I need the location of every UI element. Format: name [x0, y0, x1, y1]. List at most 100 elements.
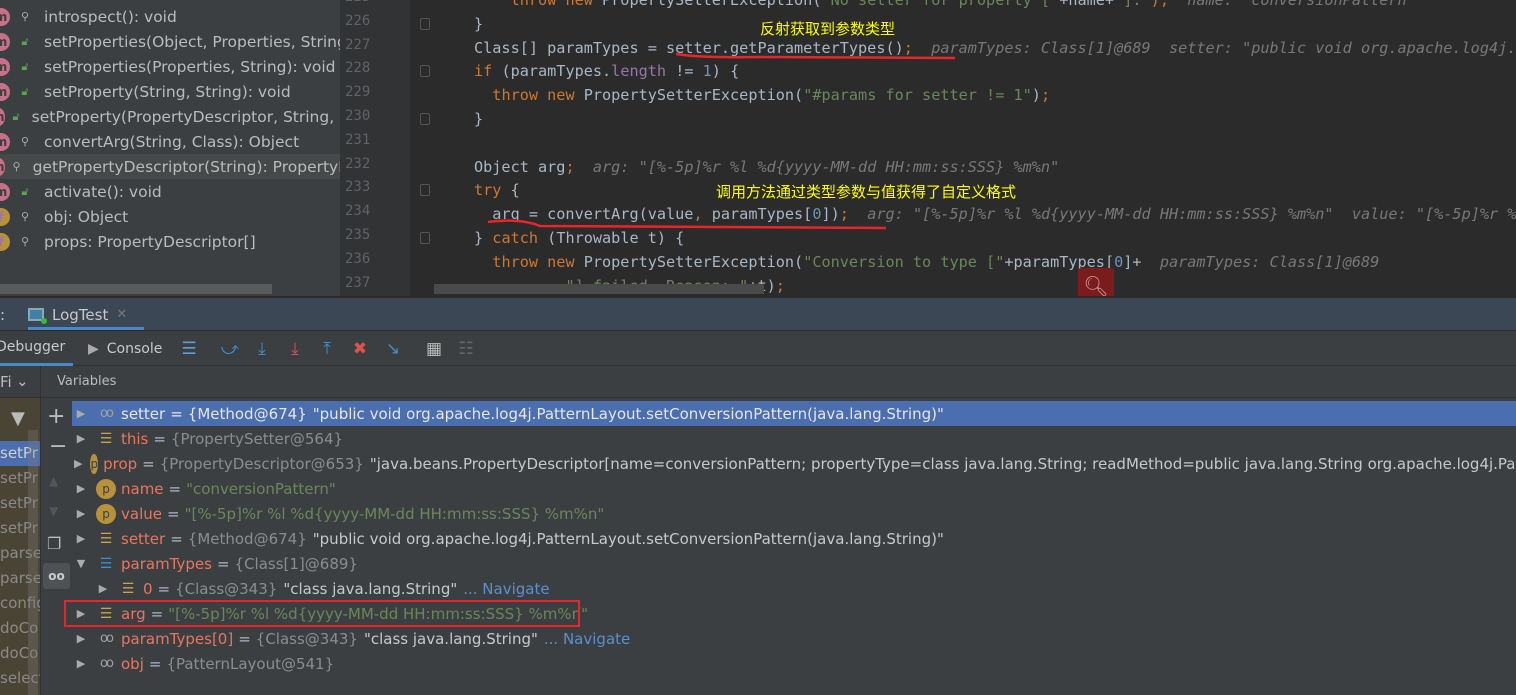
- step-over-icon[interactable]: ⤓: [251, 338, 273, 360]
- variable-value: "class java.lang.String": [363, 629, 538, 648]
- parameter-icon: p: [96, 478, 116, 499]
- variable-name: paramTypes: [121, 554, 212, 573]
- variable-type: {Class[1]@689}: [234, 554, 358, 573]
- expand-arrow-icon[interactable]: ▶: [74, 507, 88, 520]
- expand-arrow-icon[interactable]: ▶: [74, 432, 88, 445]
- underline-convertArg: [487, 219, 887, 230]
- variable-name: value: [121, 504, 162, 523]
- expand-arrow-icon[interactable]: ▶: [74, 657, 88, 670]
- chevron-down-icon[interactable]: ⌄: [16, 372, 29, 390]
- expand-arrow-icon[interactable]: ▶: [74, 632, 88, 645]
- variable-name: setter: [121, 404, 166, 423]
- variables-title: Variables: [57, 374, 117, 389]
- trace-icon[interactable]: ☷: [455, 338, 477, 360]
- line-number: 235: [345, 227, 371, 243]
- variable-value: "java.beans.PropertyDescriptor[name=conv…: [369, 454, 1516, 473]
- equals-sign: =: [170, 404, 183, 423]
- fold-marker-icon[interactable]: [420, 184, 430, 197]
- variable-type: {PatternLayout@541}: [166, 654, 335, 673]
- line-number: 225: [345, 0, 377, 5]
- variable-value: "conversionPattern": [186, 479, 336, 498]
- variable-row[interactable]: ▶ oo paramTypes[0] = {Class@343} "class java.…: [72, 626, 1516, 651]
- drop-frame-icon[interactable]: ✖: [349, 338, 371, 360]
- variable-row[interactable]: ▶ p prop = {PropertyDescriptor@653} "java.bea…: [72, 451, 1516, 476]
- console-icon: ▶: [88, 340, 99, 357]
- editor-scrollbar[interactable]: [434, 284, 764, 294]
- show-execution-point-icon[interactable]: ⤻: [219, 338, 241, 360]
- variable-name: this: [121, 429, 149, 448]
- variable-row[interactable]: ▶ ☰ setter = {Method@674} "public void org.ap…: [72, 526, 1516, 551]
- highlight-box-arg: [64, 600, 580, 627]
- watch-glasses-icon: oo: [100, 631, 114, 646]
- fold-marker-icon[interactable]: [420, 17, 430, 30]
- step-out-icon[interactable]: ⤒: [316, 338, 338, 360]
- navigate-link[interactable]: ... Navigate: [463, 580, 549, 598]
- watch-glasses-icon: oo: [100, 656, 114, 671]
- variable-name: 0: [143, 579, 153, 598]
- variable-row[interactable]: ▶ oo obj = {PatternLayout@541}: [72, 651, 1516, 676]
- equals-sign: =: [170, 529, 183, 548]
- variable-type: {Method@674}: [187, 529, 307, 548]
- tab-console[interactable]: ▶ Console: [88, 331, 162, 366]
- expand-arrow-icon[interactable]: ▶: [74, 482, 88, 495]
- variable-row[interactable]: ▶ p name = "conversionPattern": [72, 476, 1516, 501]
- variable-row[interactable]: ▼ ☰ paramTypes = {Class[1]@689}: [72, 551, 1516, 576]
- variable-name: setter: [121, 529, 166, 548]
- variable-value: "public void org.apache.log4j.PatternLay…: [312, 404, 944, 423]
- array-icon: ☰: [99, 555, 113, 572]
- tab-label: LogTest: [52, 305, 109, 324]
- expand-arrow-icon[interactable]: ▶: [74, 457, 82, 470]
- expand-arrow-icon[interactable]: ▶: [74, 532, 88, 545]
- fold-marker-icon[interactable]: [420, 113, 430, 125]
- equals-sign: =: [168, 479, 182, 498]
- move-down-icon[interactable]: ▼: [49, 504, 58, 518]
- watches-toggle-icon[interactable]: oo: [43, 563, 70, 589]
- variable-value: "class java.lang.String": [283, 579, 458, 598]
- close-icon[interactable]: ✕: [116, 307, 127, 322]
- navigate-link[interactable]: ... Navigate: [544, 630, 630, 648]
- frames-scrollbar[interactable]: [28, 430, 38, 695]
- frames-dropdown[interactable]: Fi: [0, 373, 12, 391]
- add-watch-icon[interactable]: +: [47, 404, 65, 429]
- line-number: 232: [345, 155, 371, 172]
- debug-tab-bar: [0, 296, 1516, 330]
- variable-name: prop: [103, 454, 138, 473]
- tab-debugger[interactable]: Debugger: [0, 331, 73, 366]
- line-number: 228: [345, 60, 371, 77]
- parameter-icon: p: [90, 453, 99, 474]
- variable-type: {Method@674}: [187, 404, 307, 423]
- parameter-icon: p: [96, 503, 116, 524]
- line-number: 229: [345, 84, 371, 101]
- variable-type: {Class@343}: [175, 579, 278, 598]
- debugger-label: Debugger: [0, 339, 66, 355]
- force-step-into-icon[interactable]: ⤓: [284, 338, 306, 360]
- run-config-icon: [28, 308, 47, 324]
- line-number: 226: [345, 12, 371, 29]
- variable-row[interactable]: ▶ ☰ this = {PropertySetter@564}: [72, 426, 1516, 451]
- expand-arrow-icon[interactable]: ▶: [74, 407, 88, 420]
- remove-watch-icon[interactable]: −: [49, 434, 67, 459]
- restore-layout-icon[interactable]: ☰: [178, 338, 200, 360]
- tab-logtest[interactable]: LogTest ✕: [28, 302, 144, 330]
- expand-arrow-icon[interactable]: ▶: [96, 582, 110, 595]
- variable-row[interactable]: ▶ p value = "[%-5p]%r %l %d{yyyy-MM-dd HH:mm…: [72, 501, 1516, 526]
- line-number: 230: [345, 108, 371, 124]
- line-number: 227: [345, 36, 371, 53]
- equals-sign: =: [153, 429, 166, 448]
- copy-icon[interactable]: ❐: [47, 534, 61, 553]
- field-icon: ☰: [121, 580, 135, 597]
- variable-row[interactable]: ▶ oo setter = {Method@674} "public void org.a…: [72, 401, 1516, 426]
- frames-list: setPrsetPrsetPrsetPrparseparseconfigdoCo…: [0, 398, 40, 695]
- collapse-arrow-icon[interactable]: ▼: [74, 557, 88, 570]
- fold-marker-icon[interactable]: [420, 65, 430, 78]
- fold-marker-icon[interactable]: [420, 232, 430, 244]
- variable-row[interactable]: ▶ ☰ 0 = {Class@343} "class java.lang.String".…: [72, 576, 1516, 601]
- move-up-icon[interactable]: ▲: [49, 474, 58, 488]
- run-to-cursor-icon[interactable]: ↘: [382, 338, 404, 360]
- variable-name: name: [121, 479, 164, 498]
- filter-icon[interactable]: ▼: [11, 408, 25, 429]
- equals-sign: =: [166, 504, 180, 523]
- evaluate-expression-icon[interactable]: ▦: [423, 338, 445, 360]
- field-icon: ☰: [99, 430, 113, 447]
- variable-value: "public void org.apache.log4j.PatternLay…: [312, 529, 944, 548]
